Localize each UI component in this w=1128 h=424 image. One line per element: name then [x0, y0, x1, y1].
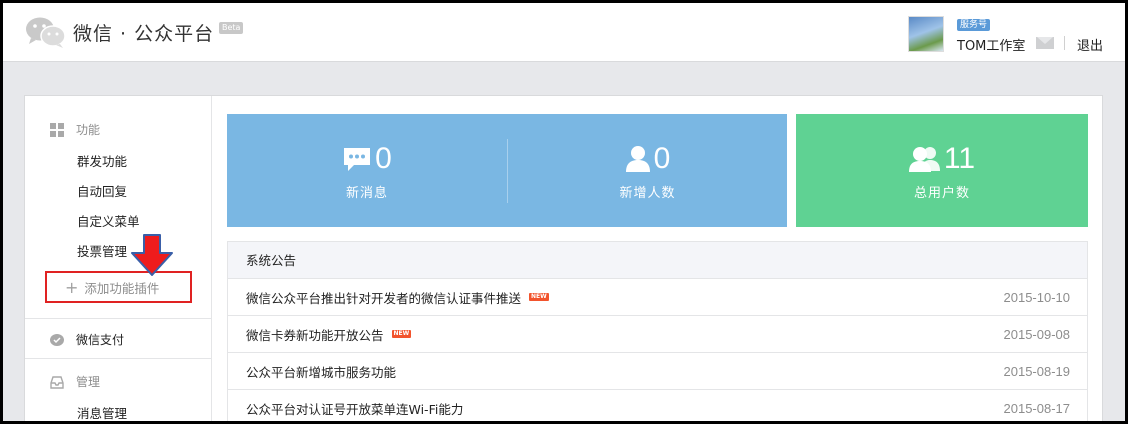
account-name[interactable]: TOM工作室	[957, 35, 1025, 54]
stat-value: 0	[375, 142, 392, 175]
add-plugin-label: 添加功能插件	[84, 280, 160, 296]
sidebar-item-mass-send[interactable]: 群发功能	[77, 151, 127, 170]
stat-label: 总用户数	[913, 186, 970, 201]
system-notice-panel: 系统公告 微信公众平台推出针对开发者的微信认证事件推送 NEW 2015-10-10…	[227, 241, 1088, 421]
sidebar-item-auto-reply[interactable]: 自动回复	[77, 181, 127, 200]
stat-value: 11	[943, 142, 976, 175]
notice-date: 2015-08-19	[1003, 363, 1071, 379]
notice-title: 公众平台新增城市服务功能	[246, 362, 1004, 381]
main-container: 功能 群发功能 自动回复 自定义菜单 投票管理 + 添加功能插件 微信支付 管理…	[24, 95, 1103, 421]
logout-link[interactable]: 退出	[1077, 35, 1103, 54]
notice-title: 微信卡券新功能开放公告 NEW	[246, 325, 1004, 344]
stat-new-messages[interactable]: 0 新消息	[227, 114, 507, 227]
sidebar-item-custom-menu[interactable]: 自定义菜单	[77, 211, 140, 230]
platform-title: 微信 · 公众平台	[73, 23, 215, 45]
message-icon	[344, 148, 371, 171]
sidebar-section-wechat-pay[interactable]: 微信支付	[50, 331, 124, 348]
red-arrow-down-icon	[131, 234, 173, 276]
notice-row[interactable]: 公众平台对认证号开放菜单连Wi-Fi能力 2015-08-17	[228, 390, 1087, 421]
stats-card-messages-users: 0 新消息 0 新增人数	[227, 114, 787, 227]
sidebar: 功能 群发功能 自动回复 自定义菜单 投票管理 + 添加功能插件 微信支付 管理…	[25, 96, 212, 421]
notice-list: 微信公众平台推出针对开发者的微信认证事件推送 NEW 2015-10-10 微信卡券新…	[228, 279, 1087, 421]
notice-date: 2015-08-17	[1003, 400, 1071, 416]
mail-icon[interactable]	[1036, 37, 1054, 49]
notice-row[interactable]: 微信公众平台推出针对开发者的微信认证事件推送 NEW 2015-10-10	[228, 279, 1087, 316]
notice-date: 2015-10-10	[1003, 289, 1071, 305]
grid-icon	[50, 122, 64, 137]
account-type-badge: 服务号	[957, 19, 991, 31]
account-avatar[interactable]	[908, 16, 944, 52]
header-separator	[1064, 36, 1065, 50]
sidebar-section-function: 功能	[50, 121, 100, 138]
notice-title-text: 公众平台对认证号开放菜单连Wi-Fi能力	[246, 401, 464, 417]
wechat-pay-icon	[50, 333, 64, 346]
screenshot-frame: 微信 · 公众平台 Beta 服务号 TOM工作室 退出 功能 群发功能 自动回…	[0, 0, 1128, 424]
sidebar-section-label: 功能	[76, 123, 101, 137]
beta-badge: Beta	[219, 22, 244, 34]
top-header: 微信 · 公众平台 Beta 服务号 TOM工作室 退出	[3, 3, 1125, 62]
notice-date: 2015-09-08	[1003, 326, 1071, 342]
user-icon	[625, 146, 650, 172]
notice-row[interactable]: 公众平台新增城市服务功能 2015-08-19	[228, 353, 1087, 390]
sidebar-section-manage: 管理	[50, 373, 100, 390]
sidebar-divider	[25, 358, 212, 359]
wechat-logo-icon	[26, 17, 66, 48]
sidebar-item-vote-manage[interactable]: 投票管理	[77, 241, 127, 260]
notice-row[interactable]: 微信卡券新功能开放公告 NEW 2015-09-08	[228, 316, 1087, 353]
sidebar-section-label: 管理	[76, 375, 101, 389]
stat-new-users[interactable]: 0 新增人数	[508, 114, 787, 227]
stat-label: 新消息	[345, 186, 388, 201]
stat-value: 0	[653, 142, 671, 175]
stat-total-users[interactable]: 11 总用户数	[796, 114, 1088, 227]
notice-panel-title: 系统公告	[228, 242, 1087, 279]
new-badge: NEW	[391, 330, 412, 338]
notice-title-text: 微信公众平台推出针对开发者的微信认证事件推送	[246, 290, 522, 306]
notice-title: 公众平台对认证号开放菜单连Wi-Fi能力	[246, 399, 1004, 418]
sidebar-divider	[25, 318, 212, 319]
sidebar-item-message-manage[interactable]: 消息管理	[77, 403, 127, 421]
stat-label: 新增人数	[619, 186, 676, 201]
notice-title-text: 公众平台新增城市服务功能	[246, 364, 397, 380]
users-icon	[908, 147, 940, 172]
inbox-icon	[50, 375, 64, 389]
notice-title: 微信公众平台推出针对开发者的微信认证事件推送 NEW	[246, 288, 1004, 307]
sidebar-section-label: 微信支付	[76, 333, 125, 347]
plus-icon: +	[65, 277, 79, 297]
notice-title-text: 微信卡券新功能开放公告	[246, 327, 384, 343]
new-badge: NEW	[529, 293, 549, 301]
stats-card-total-users: 11 总用户数	[796, 114, 1088, 227]
